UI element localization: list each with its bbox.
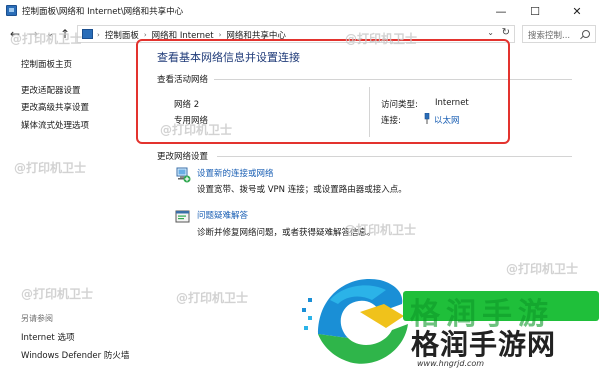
troubleshoot-icon [175, 210, 190, 223]
new-connection-icon [176, 167, 191, 183]
troubleshoot-link[interactable]: 问题疑难解答 [197, 209, 248, 221]
window-title: 控制面板\网络和 Internet\网络和共享中心 [22, 7, 184, 17]
watermark: @打印机卫士 [345, 32, 418, 46]
control-panel-icon [82, 29, 93, 39]
watermark: @打印机卫士 [344, 223, 417, 237]
watermark: @打印机卫士 [176, 291, 249, 305]
watermark: @打印机卫士 [160, 123, 233, 137]
control-panel-icon [6, 5, 17, 16]
setup-connection-description: 设置宽带、拨号或 VPN 连接；或设置路由器或接入点。 [197, 185, 407, 195]
sidebar-item-adapter-settings[interactable]: 更改适配器设置 [21, 84, 81, 96]
watermark: @打印机卫士 [14, 161, 87, 175]
breadcrumb-separator: › [143, 31, 147, 39]
breadcrumb-control-panel[interactable]: 控制面板 [105, 29, 139, 41]
site-logo: 格润手游 格润手游网 www.hngrjd.com [300, 262, 600, 375]
sidebar-item-media-streaming[interactable]: 媒体流式处理选项 [21, 119, 89, 131]
watermark: @打印机卫士 [21, 287, 94, 301]
sidebar-item-home[interactable]: 控制面板主页 [21, 58, 72, 70]
search-icon [582, 30, 590, 38]
watermark: @打印机卫士 [10, 32, 83, 46]
breadcrumb-separator: › [218, 31, 222, 39]
sidebar-item-advanced-sharing[interactable]: 更改高级共享设置 [21, 101, 89, 113]
setup-connection-link[interactable]: 设置新的连接或网络 [197, 167, 274, 179]
change-settings-label: 更改网络设置 [157, 152, 209, 162]
see-also-label: 另请参阅 [21, 314, 53, 323]
minimize-button[interactable]: — [486, 0, 516, 22]
close-button[interactable]: ✕ [562, 0, 592, 22]
sidebar-item-firewall[interactable]: Windows Defender 防火墙 [21, 349, 129, 361]
maximize-button[interactable]: ☐ [520, 0, 550, 22]
search-input[interactable]: 搜索控制... [522, 25, 596, 43]
sidebar-item-internet-options[interactable]: Internet 选项 [21, 331, 74, 343]
logo-text: 格润手游网 [411, 328, 557, 361]
search-placeholder: 搜索控制... [528, 31, 571, 41]
refresh-icon[interactable]: ↻ [502, 27, 510, 38]
section-divider [217, 156, 572, 157]
title-bar: 控制面板\网络和 Internet\网络和共享中心 — ☐ ✕ [0, 0, 600, 22]
logo-emblem-icon [302, 278, 408, 364]
breadcrumb-separator: › [97, 31, 100, 39]
logo-url: www.hngrjd.com [417, 359, 485, 368]
address-dropdown-icon[interactable]: ⌄ [487, 28, 494, 37]
